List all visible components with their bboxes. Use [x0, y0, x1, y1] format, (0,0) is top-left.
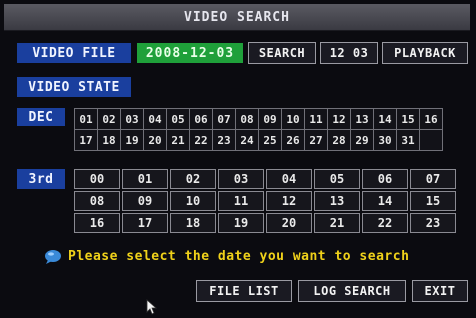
hour-cell[interactable]: 20 — [266, 213, 312, 233]
hour-cell[interactable]: 19 — [218, 213, 264, 233]
month-label: DEC — [17, 108, 65, 126]
day-cell[interactable]: 31 — [397, 130, 419, 150]
day-cell[interactable]: 29 — [351, 130, 373, 150]
day-cell[interactable]: 01 — [75, 109, 97, 129]
search-button[interactable]: SEARCH — [248, 42, 316, 64]
hour-cell[interactable]: 12 — [266, 191, 312, 211]
prompt-text: Please select the date you want to searc… — [68, 249, 410, 264]
hour-cell[interactable]: 05 — [314, 169, 360, 189]
hour-cell[interactable]: 21 — [314, 213, 360, 233]
hour-cell[interactable]: 16 — [74, 213, 120, 233]
day-cell[interactable]: 07 — [213, 109, 235, 129]
hour-cell[interactable]: 06 — [362, 169, 408, 189]
day-cell[interactable]: 17 — [75, 130, 97, 150]
day-cell[interactable]: 13 — [351, 109, 373, 129]
hour-cell[interactable]: 23 — [410, 213, 456, 233]
video-file-label: VIDEO FILE — [17, 43, 131, 63]
day-cell-empty — [420, 130, 442, 150]
hour-cell[interactable]: 02 — [170, 169, 216, 189]
hour-cell[interactable]: 18 — [170, 213, 216, 233]
day-cell[interactable]: 03 — [121, 109, 143, 129]
hour-cell[interactable]: 15 — [410, 191, 456, 211]
day-cell[interactable]: 25 — [259, 130, 281, 150]
date-field[interactable]: 2008-12-03 — [137, 43, 243, 63]
hour-cell[interactable]: 13 — [314, 191, 360, 211]
day-cell[interactable]: 26 — [282, 130, 304, 150]
day-cell[interactable]: 21 — [167, 130, 189, 150]
day-cell[interactable]: 12 — [328, 109, 350, 129]
dvr-screen: VIDEO SEARCH VIDEO FILE 2008-12-03 SEARC… — [0, 0, 476, 318]
day-cell[interactable]: 02 — [98, 109, 120, 129]
playback-button[interactable]: PLAYBACK — [382, 42, 468, 64]
hour-cell[interactable]: 00 — [74, 169, 120, 189]
day-cell[interactable]: 05 — [167, 109, 189, 129]
day-cell[interactable]: 14 — [374, 109, 396, 129]
file-list-button[interactable]: FILE LIST — [196, 280, 292, 302]
day-cell[interactable]: 18 — [98, 130, 120, 150]
day-cell[interactable]: 15 — [397, 109, 419, 129]
info-bubble-icon — [45, 250, 61, 264]
hour-cell[interactable]: 01 — [122, 169, 168, 189]
day-cell[interactable]: 06 — [190, 109, 212, 129]
day-cell[interactable]: 22 — [190, 130, 212, 150]
exit-button[interactable]: EXIT — [412, 280, 468, 302]
day-cell[interactable]: 10 — [282, 109, 304, 129]
video-state-label: VIDEO STATE — [17, 77, 131, 97]
day-cell[interactable]: 08 — [236, 109, 258, 129]
day-cell[interactable]: 30 — [374, 130, 396, 150]
hour-cell[interactable]: 11 — [218, 191, 264, 211]
hour-cell[interactable]: 04 — [266, 169, 312, 189]
hour-cell[interactable]: 03 — [218, 169, 264, 189]
mouse-pointer-icon — [146, 299, 158, 315]
day-cell[interactable]: 23 — [213, 130, 235, 150]
hour-cell[interactable]: 14 — [362, 191, 408, 211]
page-title: VIDEO SEARCH — [4, 4, 470, 31]
time-field[interactable]: 12 03 — [320, 42, 378, 64]
day-grid: 01 02 03 04 05 06 07 08 09 10 11 12 13 14 15 16 17 18 19 20… — [74, 108, 443, 151]
hour-grid: 00 01 02 03 04 05 06 07 08 09 10 11 12 13 14 15 16 17 18 19… — [74, 169, 456, 233]
hour-cell[interactable]: 09 — [122, 191, 168, 211]
page-title-text: VIDEO SEARCH — [184, 9, 290, 25]
day-cell[interactable]: 04 — [144, 109, 166, 129]
hour-cell[interactable]: 07 — [410, 169, 456, 189]
day-cell[interactable]: 28 — [328, 130, 350, 150]
day-cell[interactable]: 11 — [305, 109, 327, 129]
log-search-button[interactable]: LOG SEARCH — [298, 280, 406, 302]
day-cell[interactable]: 24 — [236, 130, 258, 150]
hour-cell[interactable]: 17 — [122, 213, 168, 233]
day-cell[interactable]: 27 — [305, 130, 327, 150]
day-cell[interactable]: 09 — [259, 109, 281, 129]
day-cell[interactable]: 19 — [121, 130, 143, 150]
day-cell[interactable]: 20 — [144, 130, 166, 150]
hour-period-label[interactable]: 3rd — [17, 169, 65, 189]
day-cell[interactable]: 16 — [420, 109, 442, 129]
hour-cell[interactable]: 08 — [74, 191, 120, 211]
hour-cell[interactable]: 22 — [362, 213, 408, 233]
hour-cell[interactable]: 10 — [170, 191, 216, 211]
